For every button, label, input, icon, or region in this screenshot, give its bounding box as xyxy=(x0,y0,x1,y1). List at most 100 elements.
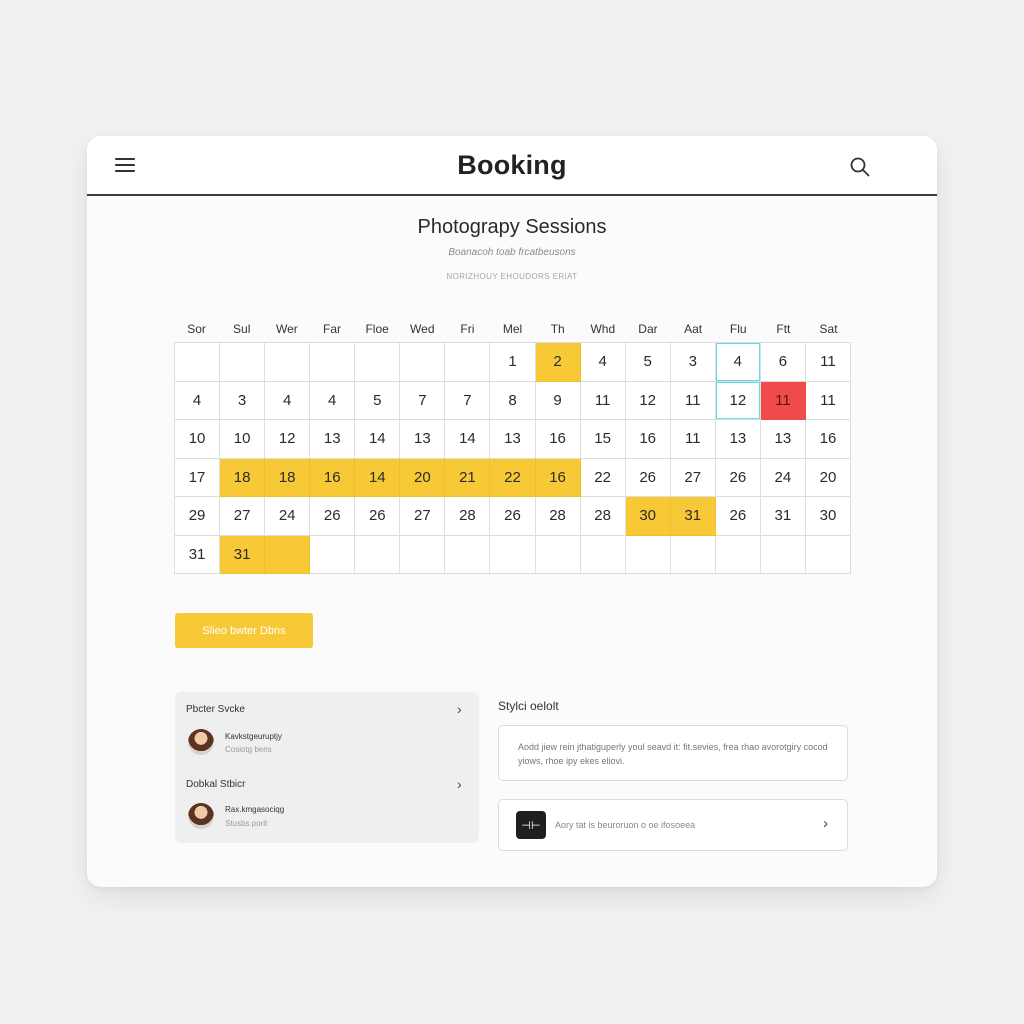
calendar-day[interactable]: 5 xyxy=(355,381,401,420)
calendar-day[interactable]: 27 xyxy=(400,497,446,536)
calendar-day[interactable]: 1 xyxy=(490,343,536,382)
search-icon[interactable] xyxy=(849,156,871,178)
details-action-row[interactable]: ⊣⊢ Aory tat is beuroruon o oe ifosoeea › xyxy=(498,799,848,851)
calendar-day[interactable]: 31 xyxy=(175,535,221,574)
calendar-day-booked[interactable]: 18 xyxy=(265,458,311,497)
calendar-day[interactable]: 11 xyxy=(805,343,851,382)
calendar-day-booked[interactable]: 22 xyxy=(490,458,536,497)
avatar-woman-icon xyxy=(188,729,214,755)
calendar-day[interactable]: 24 xyxy=(265,497,311,536)
calendar-day-booked[interactable]: 18 xyxy=(220,458,266,497)
calendar-day[interactable]: 13 xyxy=(760,420,806,459)
select-dates-button[interactable]: Slieo bwter Dbns xyxy=(175,613,313,648)
calendar-day[interactable]: 29 xyxy=(175,497,221,536)
calendar-day[interactable]: 11 xyxy=(670,381,716,420)
calendar-grid: 1 2 4 5 3 4 6 11 4 3 4 4 5 7 7 8 9 11 12 11 12 11 11 10 10 12 13 14… xyxy=(174,342,851,574)
calendar-day[interactable]: 4 xyxy=(580,343,626,382)
page-caption: NORIZHOUY EHOUDORS ERIAT xyxy=(446,272,578,281)
calendar-day[interactable]: 26 xyxy=(355,497,401,536)
calendar-day[interactable]: 14 xyxy=(445,420,491,459)
calendar-day-booked[interactable]: 31 xyxy=(670,497,716,536)
calendar-day[interactable]: 28 xyxy=(580,497,626,536)
calendar-day-empty xyxy=(310,535,356,574)
chevron-right-icon[interactable]: › xyxy=(457,776,462,792)
calendar-day-booked[interactable]: 30 xyxy=(625,497,671,536)
calendar-day[interactable]: 9 xyxy=(535,381,581,420)
calendar-day-empty xyxy=(715,535,761,574)
calendar-day-booked[interactable]: 2 xyxy=(535,343,581,382)
details-note-box[interactable]: Aodd jiew rein jthatiguperly youl seavd … xyxy=(498,725,848,781)
calendar-day[interactable]: 30 xyxy=(805,497,851,536)
calendar-day[interactable]: 16 xyxy=(535,420,581,459)
calendar-day[interactable]: 17 xyxy=(175,458,221,497)
calendar-day[interactable]: 26 xyxy=(625,458,671,497)
calendar-day[interactable]: 13 xyxy=(490,420,536,459)
calendar-day[interactable]: 8 xyxy=(490,381,536,420)
weekday-label: Sat xyxy=(819,322,838,336)
calendar-day[interactable]: 6 xyxy=(760,343,806,382)
calendar-day[interactable]: 16 xyxy=(805,420,851,459)
calendar-day-booked[interactable]: 16 xyxy=(310,458,356,497)
calendar-day[interactable]: 13 xyxy=(310,420,356,459)
calendar-day[interactable]: 27 xyxy=(220,497,266,536)
booking-card: Booking Photograpy Sessions Boanacoh toa… xyxy=(87,136,937,887)
session-section-title: Pbcter Svcke xyxy=(186,704,245,715)
calendar-day[interactable]: 27 xyxy=(670,458,716,497)
calendar-day[interactable]: 26 xyxy=(310,497,356,536)
calendar-day-empty xyxy=(310,343,356,382)
calendar-day[interactable]: 13 xyxy=(715,420,761,459)
calendar-day[interactable]: 11 xyxy=(580,381,626,420)
calendar-day[interactable]: 7 xyxy=(445,381,491,420)
calendar-day-booked[interactable]: 31 xyxy=(220,535,266,574)
calendar-day[interactable]: 11 xyxy=(670,420,716,459)
calendar-day[interactable]: 15 xyxy=(580,420,626,459)
calendar-day[interactable]: 10 xyxy=(220,420,266,459)
calendar-day-empty xyxy=(355,343,401,382)
page-heading: Photograpy Sessions xyxy=(417,216,607,238)
calendar-day[interactable]: 22 xyxy=(580,458,626,497)
calendar-day-empty xyxy=(355,535,401,574)
calendar-day[interactable]: 11 xyxy=(805,381,851,420)
calendar-day-booked[interactable]: 14 xyxy=(355,458,401,497)
calendar-day[interactable]: 7 xyxy=(400,381,446,420)
chevron-right-icon: › xyxy=(823,815,828,832)
calendar-day[interactable]: 4 xyxy=(265,381,311,420)
calendar-day[interactable]: 12 xyxy=(625,381,671,420)
calendar-day[interactable]: 26 xyxy=(490,497,536,536)
calendar-day[interactable]: 4 xyxy=(715,343,761,382)
calendar-day[interactable]: 28 xyxy=(445,497,491,536)
calendar-day[interactable]: 4 xyxy=(310,381,356,420)
calendar-day[interactable]: 3 xyxy=(220,381,266,420)
photographer-subtitle: Stusbs porit xyxy=(225,819,268,828)
calendar-day[interactable]: 26 xyxy=(715,458,761,497)
calendar-day[interactable]: 5 xyxy=(625,343,671,382)
calendar-day[interactable]: 10 xyxy=(175,420,221,459)
weekday-label: Sor xyxy=(187,322,206,336)
calendar-day[interactable]: 26 xyxy=(715,497,761,536)
calendar-day-booked[interactable]: 16 xyxy=(535,458,581,497)
calendar-day-empty xyxy=(400,343,446,382)
chevron-right-icon[interactable]: › xyxy=(457,701,462,717)
calendar-day[interactable]: 20 xyxy=(805,458,851,497)
calendar-day[interactable]: 4 xyxy=(175,381,221,420)
calendar-day-empty xyxy=(445,535,491,574)
calendar-day-unavailable[interactable]: 11 xyxy=(760,381,806,420)
calendar-day-booked[interactable]: 21 xyxy=(445,458,491,497)
calendar-day[interactable]: 12 xyxy=(265,420,311,459)
calendar-day[interactable]: 3 xyxy=(670,343,716,382)
calendar-day[interactable]: 24 xyxy=(760,458,806,497)
calendar-day-booked[interactable] xyxy=(265,535,311,574)
top-bar: Booking xyxy=(87,136,937,196)
calendar-day[interactable]: 14 xyxy=(355,420,401,459)
calendar-day[interactable]: 31 xyxy=(760,497,806,536)
calendar-day-empty xyxy=(175,343,221,382)
calendar-day-booked[interactable]: 20 xyxy=(400,458,446,497)
calendar-day[interactable]: 16 xyxy=(625,420,671,459)
calendar-day-empty xyxy=(580,535,626,574)
calendar-day[interactable]: 12 xyxy=(715,381,761,420)
calendar-day[interactable]: 13 xyxy=(400,420,446,459)
weekday-label: Aat xyxy=(684,322,703,336)
calendar-day[interactable]: 28 xyxy=(535,497,581,536)
photographer-subtitle: Cosiotg bens xyxy=(225,745,272,754)
calendar-weekday-header: Sor Sul Wer Far Floe Wed Fri Mel Th Whd Dar Aat Flu F… xyxy=(174,322,851,340)
